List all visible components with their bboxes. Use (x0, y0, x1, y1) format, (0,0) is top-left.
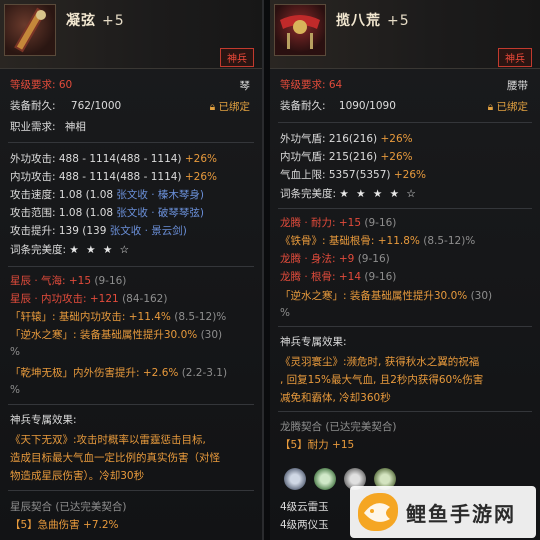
tooltip-header: 凝弦 +5 神兵 (0, 0, 262, 69)
star-attr: 龙腾 · 身法: +9 (9-16) (280, 253, 390, 265)
perfection-row: 词条完美度: ★ ★ ★ ★ ☆ (280, 188, 418, 200)
star-attr: 星辰 · 气海: +15 (9-16) (10, 275, 127, 287)
attr-row: 内功攻击: 488 - 1114(488 - 1114) +26% (10, 171, 218, 183)
fish-logo-icon (358, 493, 398, 531)
set-line: 【5】急曲伤害 +7.2% (10, 519, 119, 531)
set-title: 龙腾契合 (已达完美契合) (280, 421, 397, 433)
divider (8, 142, 254, 143)
effect-line: 造成目标最大气血一定比例的真实伤害（对怪 (10, 452, 220, 464)
divider (8, 404, 254, 405)
effect-line: 《天下无双》:攻击时概率以雷霆惩击目标, (10, 434, 206, 446)
lock-icon: 🔒︎ (487, 101, 494, 113)
attr-row: 攻击速度: 1.08 (1.08 张文收 · 榛木琴身) (10, 189, 205, 201)
star-attr: 星辰 · 内功攻击: +121 (84-162) (10, 293, 168, 305)
jade-socket-icon (314, 468, 336, 490)
item-type: 腰带 (507, 80, 528, 92)
divider (278, 411, 532, 412)
set-line: 【5】耐力 +15 (280, 439, 355, 451)
bound-status: 🔒︎ 已绑定 (487, 101, 528, 113)
attr-row: 攻击范围: 1.08 (1.08 张文收 · 破琴琴弦) (10, 207, 205, 219)
effect-line: , 回复15%最大气血, 且2秒内获得60%伤害 (280, 374, 484, 386)
perfection-stars: ★ ★ ★ ☆ (69, 244, 132, 256)
effect-line: 《灵羽寰尘》:濒危时, 获得秋水之翼的祝福 (280, 356, 480, 368)
attr-row: 气血上限: 5357(5357) +26% (280, 169, 426, 181)
effect-title: 神兵专属效果: (10, 414, 77, 426)
divider (8, 490, 254, 491)
site-watermark: 鲤鱼手游网 (350, 486, 536, 538)
watermark-text: 鲤鱼手游网 (406, 502, 516, 526)
attr-row: 外功攻击: 488 - 1114(488 - 1114) +26% (10, 153, 218, 165)
star-attr: % (10, 384, 20, 396)
class-requirement: 职业需求: 神相 (10, 121, 86, 133)
item-tooltip-left: 凝弦 +5 神兵 等级要求: 60 琴 装备耐久: 762/1000 🔒︎ 已绑定… (0, 0, 264, 540)
item-type: 琴 (239, 80, 251, 92)
star-attr: 《铁骨》: 基础根骨: +11.8% (8.5-12)% (280, 235, 476, 247)
perfection-stars: ★ ★ ★ ★ ☆ (339, 188, 418, 200)
rank-badge: 神兵 (220, 48, 254, 67)
divider (278, 326, 532, 327)
star-attr: % (280, 307, 290, 319)
star-attr: 「逆水之寒」: 装备基础属性提升30.0% (30) (280, 290, 493, 302)
star-attr: % (10, 346, 20, 358)
belt-icon (274, 4, 326, 56)
effect-title: 神兵专属效果: (280, 336, 347, 348)
jade-socket-icon (284, 468, 306, 490)
star-attr: 「乾坤无极」内外伤害提升: +2.6% (2.2-3.1) (10, 367, 228, 379)
lock-icon: 🔒︎ (209, 101, 216, 113)
attr-row: 攻击提升: 139 (139 张文收 · 景云剑) (10, 225, 187, 237)
perfection-row: 词条完美度: ★ ★ ★ ☆ (10, 244, 132, 256)
effect-line: 物造成星辰伤害）。冷却30秒 (10, 470, 145, 482)
level-requirement: 等级要求: 60 (10, 79, 73, 91)
set-title: 星辰契合 (已达完美契合) (10, 501, 127, 513)
rank-badge: 神兵 (498, 48, 532, 67)
star-attr: 龙腾 · 根骨: +14 (9-16) (280, 271, 397, 283)
qin-weapon-icon (4, 4, 56, 56)
item-title: 凝弦 +5 (66, 13, 125, 29)
tooltip-header: 揽八荒 +5 神兵 (270, 0, 540, 69)
divider (8, 266, 254, 267)
star-attr: 龙腾 · 耐力: +15 (9-16) (280, 217, 397, 229)
attr-row: 内功气盾: 215(216) +26% (280, 151, 413, 163)
divider (278, 208, 532, 209)
level-requirement: 等级要求: 64 (280, 79, 343, 91)
star-attr: 「逆水之寒」: 装备基础属性提升30.0% (30) (10, 329, 223, 341)
item-title: 揽八荒 +5 (336, 13, 410, 29)
star-attr: 「轩辕」: 基础内功攻击: +11.4% (8.5-12)% (10, 311, 227, 323)
effect-line: 减免和霸体, 冷却360秒 (280, 392, 391, 404)
attr-row: 外功气盾: 216(216) +26% (280, 133, 413, 145)
bound-status: 🔒︎ 已绑定 (209, 101, 250, 113)
divider (278, 122, 532, 123)
item-tooltip-right: 揽八荒 +5 神兵 等级要求: 64 腰带 装备耐久: 1090/1090 🔒︎ … (270, 0, 540, 540)
